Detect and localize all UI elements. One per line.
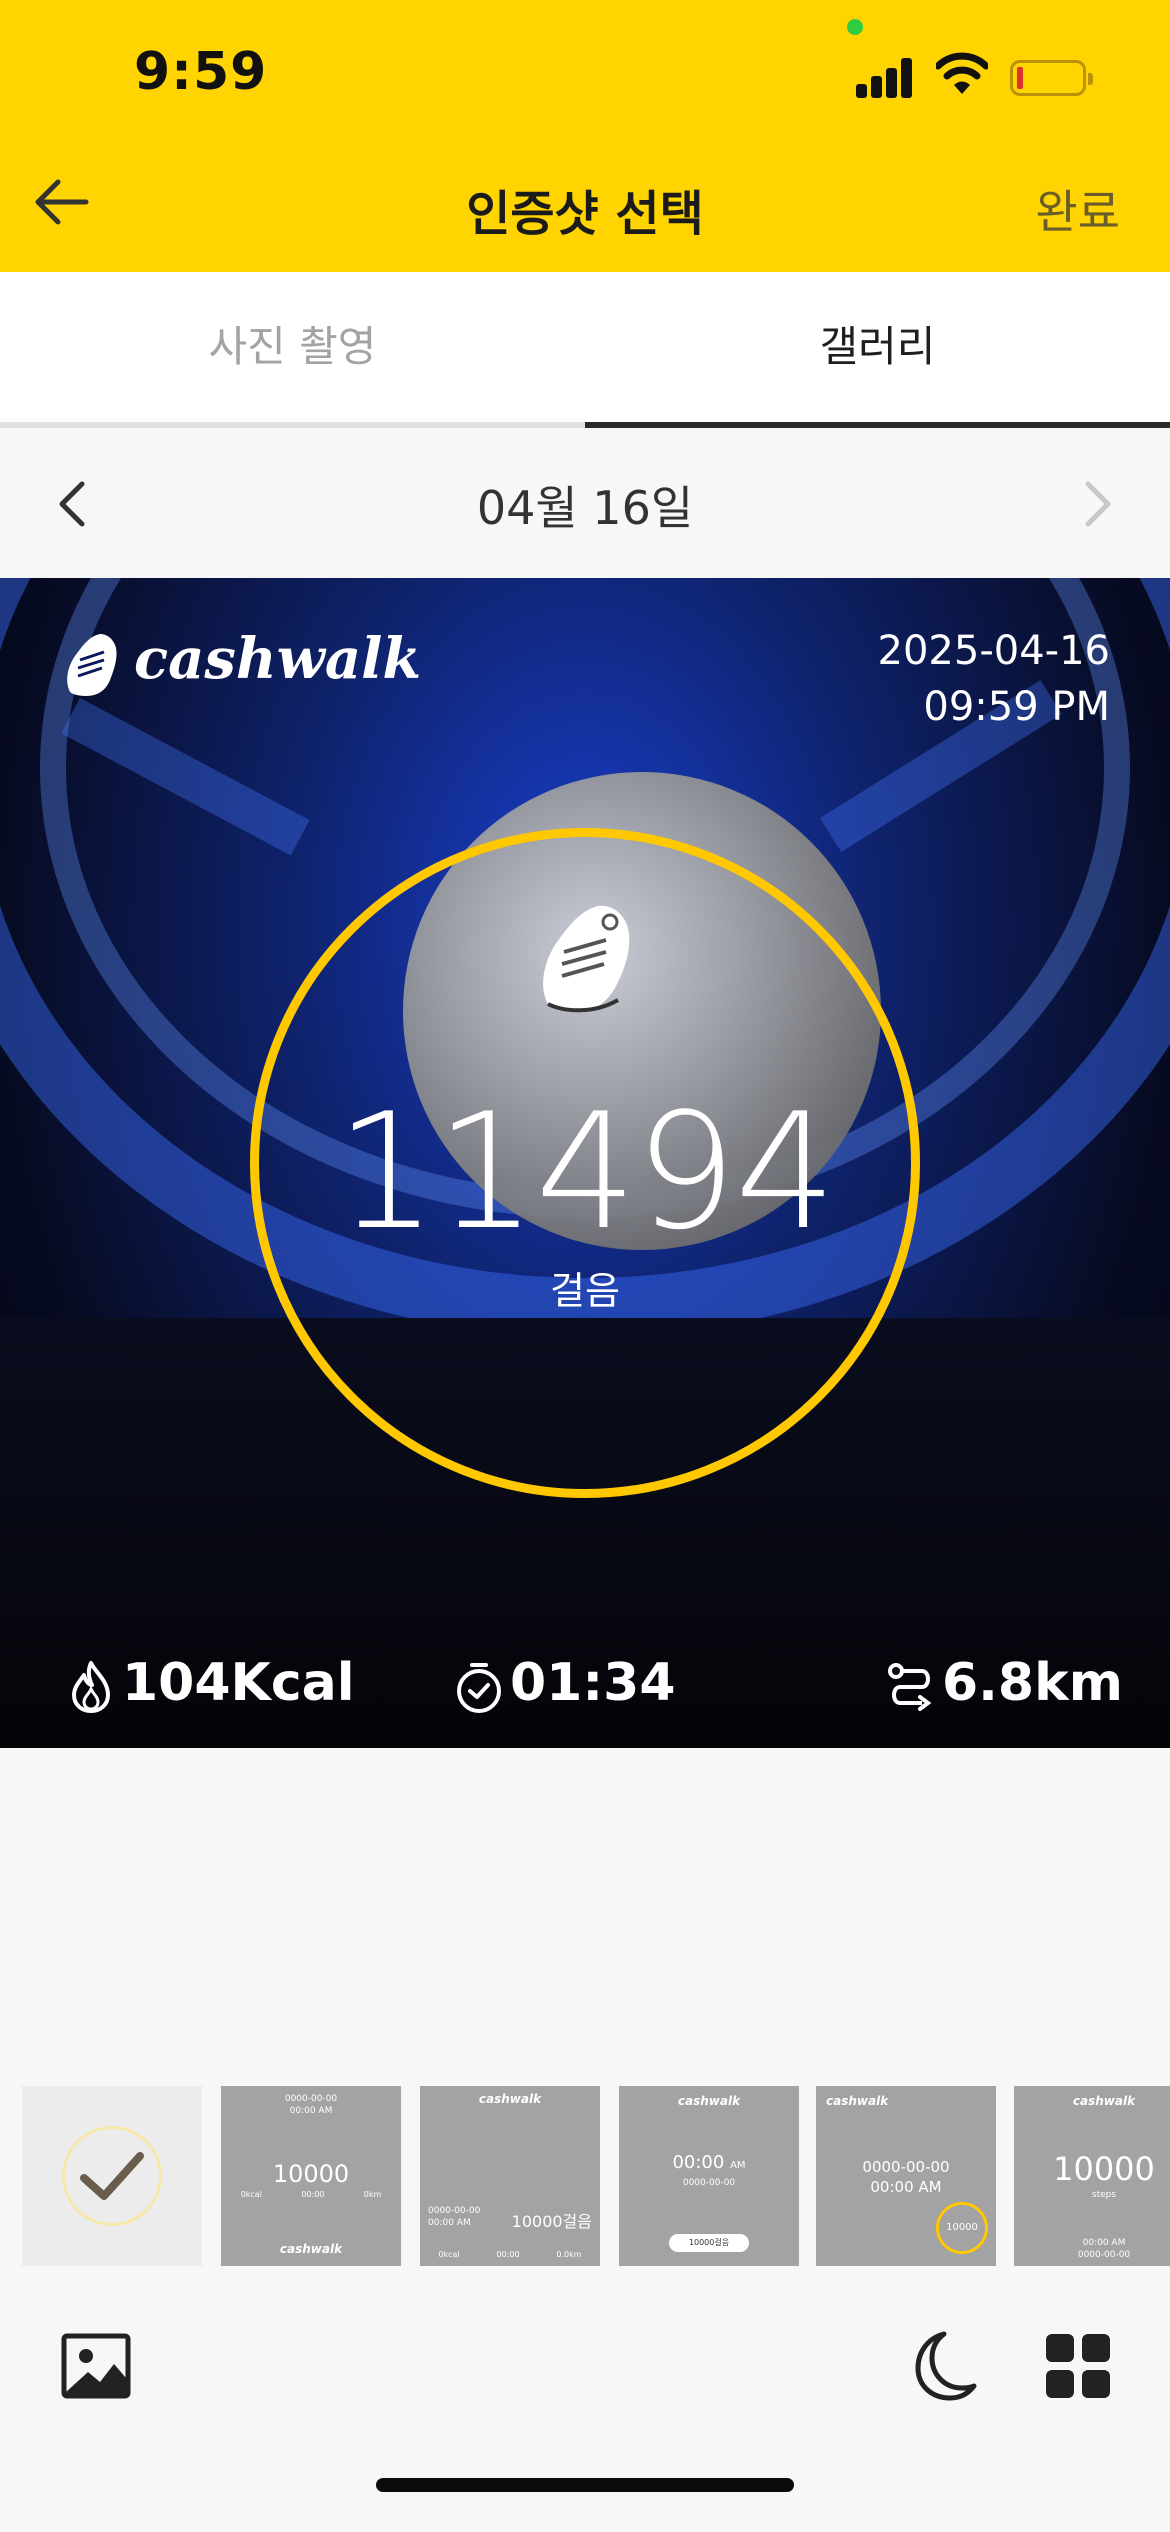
- thumbnail-time: 00:00 AM: [289, 2106, 333, 2116]
- thumbnail-ampm: AM: [730, 2160, 746, 2171]
- wifi-icon: [936, 52, 988, 94]
- thumbnail-distance: 0.0km: [556, 2250, 582, 2259]
- thumbnail-date: 0000-00-00: [284, 2094, 338, 2104]
- header: 9:59 인증샷 선택 완료: [0, 0, 1170, 272]
- thumbnail-date: 0000-00-00: [1077, 2250, 1131, 2260]
- thumbnail-duration: 00:00: [496, 2250, 520, 2259]
- battery-icon: [1010, 60, 1093, 96]
- thumbnail-brand: cashwalk: [1072, 2094, 1136, 2108]
- done-button[interactable]: 완료: [1035, 176, 1120, 242]
- status-time: 9:59: [134, 42, 268, 102]
- source-tabs: 사진 촬영 갤러리: [0, 272, 1170, 428]
- thumbnail-brand: cashwalk: [677, 2094, 741, 2108]
- thumbnail-steps: 10000걸음: [511, 2212, 592, 2231]
- photo-time: 09:59 PM: [923, 684, 1110, 730]
- route-icon: [888, 1663, 932, 1711]
- duration-stat: 01:34: [454, 1653, 684, 1717]
- thumbnail-time: 00:00 AM: [870, 2178, 942, 2196]
- thumbnail-distance: 0km: [363, 2190, 382, 2199]
- thumbnail-steps-circle: 10000: [936, 2202, 988, 2254]
- thumbnail-stats-row: 0kcal 00:00 0km: [221, 2190, 401, 2199]
- moon-icon[interactable]: [900, 2326, 980, 2406]
- cellular-signal-icon: [856, 58, 916, 98]
- thumbnail-steps: 10000: [1053, 2150, 1155, 2188]
- bottom-toolbar: [0, 2286, 1170, 2532]
- certification-photo-preview: cashwalk 2025-04-16 09:59 PM 11494 걸음 10…: [0, 578, 1170, 1748]
- thumbnail-brand: cashwalk: [826, 2094, 889, 2108]
- shoe-icon: [543, 905, 630, 1013]
- shoe-icon: [67, 634, 117, 696]
- distance-value: 6.8km: [942, 1653, 1123, 1713]
- template-thumbnail[interactable]: cashwalk 10000 steps 00:00 AM 0000-00-00: [1014, 2086, 1170, 2266]
- thumbnail-brand: cashwalk: [478, 2092, 542, 2106]
- thumbnail-date: 0000-00-00: [862, 2158, 950, 2176]
- steps-count: 11494: [335, 1078, 837, 1265]
- checkmark-icon: [80, 2152, 144, 2200]
- camera-indicator-dot: [847, 19, 863, 35]
- brand-name: cashwalk: [134, 626, 422, 692]
- flame-icon: [72, 1661, 110, 1713]
- distance-stat: 6.8km: [886, 1653, 1136, 1717]
- template-thumbnail-strip: 0000-00-00 00:00 AM 10000 0kcal 00:00 0k…: [0, 2066, 1170, 2286]
- tab-take-photo[interactable]: 사진 촬영: [0, 272, 585, 428]
- photo-date: 2025-04-16: [877, 628, 1110, 674]
- thumbnail-steps-unit: steps: [1091, 2190, 1117, 2200]
- date-label: 04월 16일: [476, 481, 694, 535]
- thumbnail-steps: 10000: [272, 2160, 350, 2188]
- tab-gallery[interactable]: 갤러리: [585, 272, 1170, 428]
- template-thumbnail[interactable]: cashwalk 0000-00-00 00:00 AM 10000: [816, 2086, 996, 2266]
- steps-unit: 걸음: [550, 1269, 620, 1313]
- thumbnail-brand: cashwalk: [279, 2242, 343, 2256]
- thumbnail-kcal: 0kcal: [240, 2190, 262, 2199]
- date-navigator: 04월 16일: [0, 428, 1170, 578]
- thumbnail-time: 00:00: [672, 2152, 725, 2173]
- thumbnail-time-block: 00:00 AM: [619, 2152, 799, 2173]
- thumbnail-steps: 10000: [946, 2222, 978, 2233]
- template-thumbnail[interactable]: cashwalk 0000-00-00 00:00 AM 10000걸음 0kc…: [420, 2086, 600, 2266]
- grid-icon[interactable]: [1038, 2326, 1118, 2406]
- template-thumbnail[interactable]: cashwalk 00:00 AM 0000-00-00 10000걸음: [619, 2086, 799, 2266]
- thumbnail-time: 00:00 AM: [1082, 2238, 1126, 2248]
- calories-value: 104Kcal: [122, 1653, 355, 1713]
- home-indicator[interactable]: [376, 2478, 794, 2492]
- chevron-right-icon[interactable]: [1076, 478, 1120, 530]
- calories-stat: 104Kcal: [66, 1653, 355, 1717]
- thumbnail-duration: 00:00: [301, 2190, 325, 2199]
- thumbnail-kcal: 0kcal: [438, 2250, 460, 2259]
- thumbnail-date: 0000-00-00: [682, 2178, 736, 2188]
- gallery-icon[interactable]: [56, 2326, 136, 2406]
- template-thumbnail[interactable]: 0000-00-00 00:00 AM 10000 0kcal 00:00 0k…: [221, 2086, 401, 2266]
- page-title: 인증샷 선택: [466, 186, 704, 242]
- thumbnail-stats-row: 0kcal 00:00 0.0km: [420, 2250, 600, 2259]
- thumbnail-steps-pill: 10000걸음: [669, 2234, 749, 2252]
- stopwatch-icon: [457, 1663, 501, 1713]
- duration-value: 01:34: [510, 1653, 676, 1713]
- template-thumbnail-selected[interactable]: [22, 2086, 202, 2266]
